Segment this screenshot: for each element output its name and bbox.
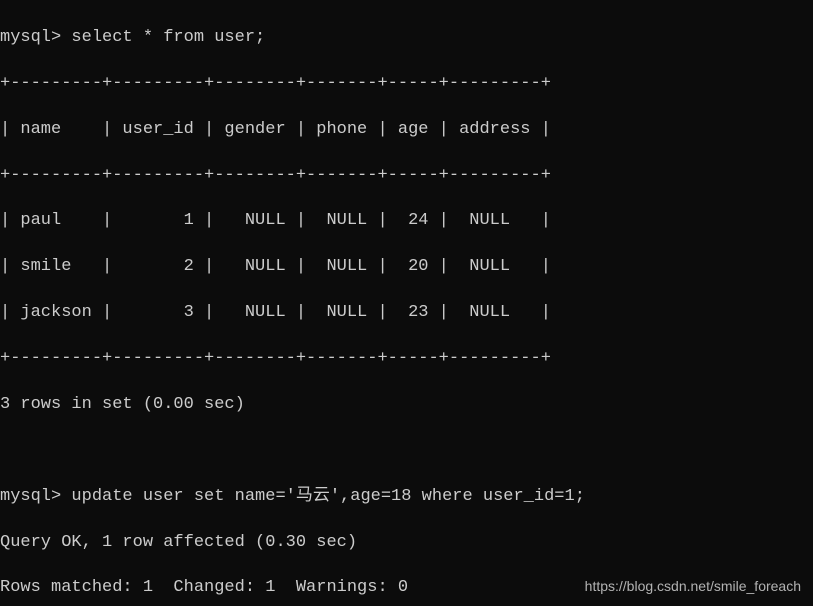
table1-border-bottom: +---------+---------+--------+-------+--… bbox=[0, 348, 813, 371]
prompt-line-1: mysql> select * from user; bbox=[0, 27, 813, 50]
table1-footer: 3 rows in set (0.00 sec) bbox=[0, 394, 813, 417]
mysql-terminal[interactable]: mysql> select * from user; +---------+--… bbox=[0, 0, 813, 606]
watermark-text: https://blog.csdn.net/smile_foreach bbox=[585, 577, 801, 596]
table1-border-mid: +---------+---------+--------+-------+--… bbox=[0, 165, 813, 188]
table1-border-top: +---------+---------+--------+-------+--… bbox=[0, 73, 813, 96]
table1-row-2: | smile | 2 | NULL | NULL | 20 | NULL | bbox=[0, 256, 813, 279]
table1-headers: | name | user_id | gender | phone | age … bbox=[0, 119, 813, 142]
blank-1 bbox=[0, 440, 813, 463]
table1-row-1: | paul | 1 | NULL | NULL | 24 | NULL | bbox=[0, 210, 813, 233]
prompt-line-2: mysql> update user set name='马云',age=18 … bbox=[0, 486, 813, 509]
update-result-1: Query OK, 1 row affected (0.30 sec) bbox=[0, 532, 813, 555]
table1-row-3: | jackson | 3 | NULL | NULL | 23 | NULL … bbox=[0, 302, 813, 325]
